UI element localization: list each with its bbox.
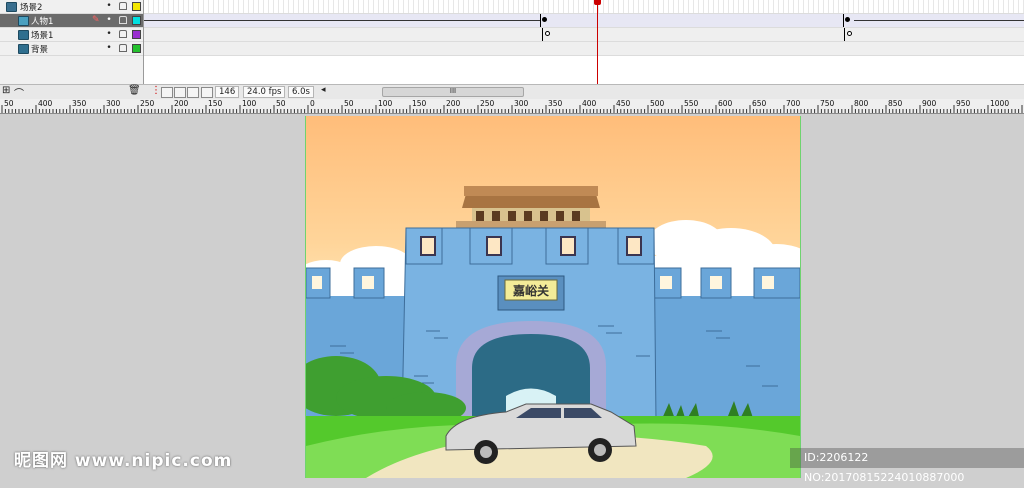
layer-color-swatch[interactable] [132, 30, 141, 39]
frame-row[interactable] [144, 0, 1024, 14]
keyframe-bar [540, 14, 541, 27]
layer-row-scene2[interactable]: 场景2 • [0, 0, 143, 14]
frame-rate[interactable]: 24.0 fps [243, 86, 286, 98]
ruler-label: 200 [446, 99, 461, 108]
watermark-right: ID:2206122 NO:20170815224010887000 [790, 448, 1024, 484]
frame-row[interactable] [144, 42, 1024, 56]
ruler-label: 800 [854, 99, 869, 108]
keyframe[interactable] [845, 17, 850, 22]
keyframe-bar [843, 14, 844, 27]
layer-name: 场景2 [20, 3, 43, 13]
add-layer-icon[interactable]: ⊞ [2, 85, 10, 96]
ruler-label: 150 [208, 99, 223, 108]
lock-icon[interactable] [119, 44, 127, 52]
ruler-label: 300 [106, 99, 121, 108]
ruler-label: 0 [310, 99, 315, 108]
timeline-panel: 场景2 • 人物1 ✎ • 场景1 • 背景 • [0, 0, 1024, 84]
ruler-label: 400 [582, 99, 597, 108]
motion-guide-icon[interactable]: ⌒ [14, 85, 24, 100]
lock-icon[interactable] [119, 2, 127, 10]
current-frame: 146 [215, 86, 240, 98]
visibility-dot[interactable]: • [106, 15, 112, 25]
layer-name: 人物1 [31, 17, 54, 27]
ruler-label: 600 [718, 99, 733, 108]
tween-line [854, 20, 1024, 21]
ruler-label: 300 [514, 99, 529, 108]
horizontal-ruler: 50 400 350 300 250 200 150 100 50 0 50 100 150 200 250… [0, 99, 1024, 114]
layer-row-character1[interactable]: 人物1 ✎ • [0, 14, 143, 28]
frame-row[interactable] [144, 14, 1024, 28]
ruler-label: 850 [888, 99, 903, 108]
onion-skin-button[interactable] [161, 87, 173, 98]
ruler-label: 650 [752, 99, 767, 108]
layer-icon [18, 30, 29, 40]
ruler-label: 250 [480, 99, 495, 108]
watermark-left: 昵图网 www.nipic.com [14, 451, 233, 471]
edit-multiple-frames-button[interactable] [187, 87, 199, 98]
gate-sign: 嘉峪关 [512, 283, 549, 298]
ruler-label: 50 [344, 99, 354, 108]
layer-row-scene1[interactable]: 场景1 • [0, 28, 143, 42]
ruler-label: 150 [412, 99, 427, 108]
layer-name: 背景 [31, 45, 49, 55]
horizontal-scrollbar[interactable]: III [382, 87, 524, 97]
layer-list: 场景2 • 人物1 ✎ • 场景1 • 背景 • [0, 0, 144, 84]
ruler-label: 100 [378, 99, 393, 108]
frame-grid[interactable] [144, 0, 1024, 84]
layer-color-swatch[interactable] [132, 2, 141, 11]
layer-icon [18, 16, 29, 26]
ruler-label: 200 [174, 99, 189, 108]
keyframe[interactable] [545, 31, 550, 36]
timeline-footer: ⊞ ⌒ 🗑 ⋮ 146 24.0 fps 6.0s ◂ III [0, 84, 1024, 100]
layer-row-background[interactable]: 背景 • [0, 42, 143, 56]
layer-name: 场景1 [31, 31, 54, 41]
trash-icon[interactable]: 🗑 [128, 85, 141, 96]
center-frame-icon[interactable]: ⋮ [151, 85, 161, 96]
frame-row[interactable] [144, 28, 1024, 42]
ruler-label: 400 [38, 99, 53, 108]
scroll-left-arrow[interactable]: ◂ [321, 85, 326, 95]
playhead[interactable] [597, 0, 598, 84]
ruler-label: 950 [956, 99, 971, 108]
ruler-label: 100 [242, 99, 257, 108]
ruler-label: 700 [786, 99, 801, 108]
onion-markers-button[interactable] [201, 87, 213, 98]
keyframe[interactable] [542, 17, 547, 22]
lock-icon[interactable] [119, 30, 127, 38]
keyframe-bar [542, 28, 543, 41]
ruler-label: 50 [4, 99, 14, 108]
stage-artwork: 嘉峪关 [306, 186, 800, 478]
folder-icon [6, 2, 17, 12]
ruler-label: 500 [650, 99, 665, 108]
ruler-label: 350 [72, 99, 87, 108]
layer-icon [18, 44, 29, 54]
ruler-label: 450 [616, 99, 631, 108]
visibility-dot[interactable]: • [106, 29, 112, 39]
ruler-label: 550 [684, 99, 699, 108]
pencil-icon: ✎ [92, 15, 100, 25]
ruler-label: 750 [820, 99, 835, 108]
ruler-label: 250 [140, 99, 155, 108]
visibility-dot[interactable]: • [106, 1, 112, 11]
elapsed-time: 6.0s [288, 86, 314, 98]
stage-canvas[interactable]: 嘉峪关 [305, 116, 801, 478]
ruler-label: 1000 [990, 99, 1010, 108]
layer-color-swatch[interactable] [132, 44, 141, 53]
keyframe[interactable] [847, 31, 852, 36]
layer-color-swatch[interactable] [132, 16, 141, 25]
ruler-label: 900 [922, 99, 937, 108]
tween-line [144, 20, 540, 21]
lock-icon[interactable] [119, 16, 127, 24]
ruler-label: 350 [548, 99, 563, 108]
onion-outline-button[interactable] [174, 87, 186, 98]
visibility-dot[interactable]: • [106, 43, 112, 53]
ruler-label: 50 [276, 99, 286, 108]
keyframe-bar [844, 28, 845, 41]
